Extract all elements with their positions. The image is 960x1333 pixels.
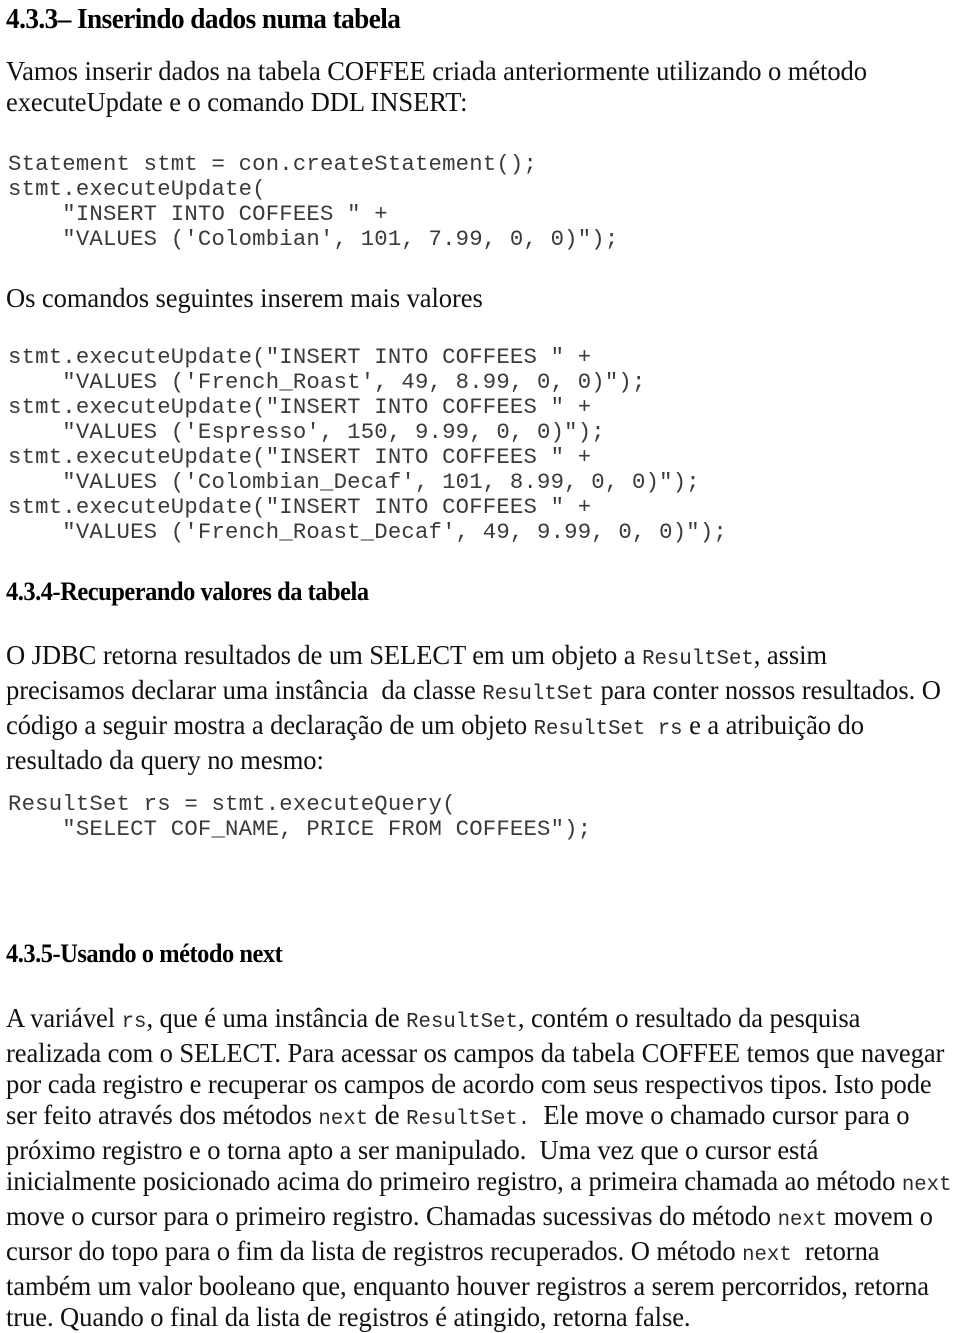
code-block-insert-more: stmt.executeUpdate("INSERT INTO COFFEES … — [8, 344, 727, 545]
paragraph-comandos-seguintes: Os comandos seguintes inserem mais valor… — [6, 283, 483, 314]
code-term-next: next — [318, 1108, 369, 1131]
paragraph-intro: Vamos inserir dados na tabela COFFEE cri… — [6, 56, 867, 118]
paragraph-resultset-line-3: código a seguir mostra a declaração de u… — [6, 710, 941, 745]
paragraph-next-line-3: por cada registro e recuperar os campos … — [6, 1069, 932, 1099]
section-heading-4-3-5: 4.3.5-Usando o método next — [6, 939, 283, 968]
code-term-resultset: ResultSet — [482, 683, 594, 706]
code-term-resultset: ResultSet — [642, 648, 754, 671]
paragraph-next-line-8: cursor do topo para o fim da lista de re… — [6, 1236, 952, 1271]
paragraph-resultset: O JDBC retorna resultados de um SELECT e… — [6, 640, 941, 776]
text-run: retorna — [791, 1236, 880, 1266]
paragraph-next-line-5: próximo registro e o torna apto a ser ma… — [6, 1135, 819, 1165]
paragraph-next-line-1: A variável rs, que é uma instância de Re… — [6, 1003, 952, 1038]
code-term-resultset-rs: ResultSet rs — [533, 718, 683, 741]
text-run: e a atribuição do — [682, 710, 864, 740]
section-heading-4-3-3: 4.3.3– Inserindo dados numa tabela — [6, 3, 401, 35]
code-term-next: next — [777, 1209, 828, 1232]
code-block-select-query: ResultSet rs = stmt.executeQuery( "SELEC… — [8, 791, 592, 842]
paragraph-resultset-line-2: precisamos declarar uma instância da cla… — [6, 675, 941, 710]
section-heading-4-3-4: 4.3.4-Recuperando valores da tabela — [6, 577, 369, 606]
code-term-resultset: ResultSet. — [406, 1108, 531, 1131]
text-run: Ele move o chamado cursor para o — [530, 1100, 910, 1130]
text-run: A variável — [6, 1003, 122, 1033]
text-run: de — [368, 1100, 407, 1130]
text-run: O JDBC retorna resultados de um SELECT e… — [6, 640, 643, 670]
text-run: , contém o resultado da pesquisa — [517, 1003, 861, 1033]
paragraph-next-line-2: realizada com o SELECT. Para acessar os … — [6, 1038, 945, 1068]
document-page: 4.3.3– Inserindo dados numa tabela Vamos… — [0, 0, 960, 1332]
paragraph-next-line-9: também um valor booleano que, enquanto h… — [6, 1271, 929, 1301]
paragraph-metodo-next: A variável rs, que é uma instância de Re… — [6, 1003, 952, 1333]
paragraph-intro-line-2: executeUpdate e o comando DDL INSERT: — [6, 87, 468, 117]
code-term-resultset: ResultSet — [406, 1011, 518, 1034]
text-run: cursor do topo para o fim da lista de re… — [6, 1236, 743, 1266]
paragraph-intro-line-1: Vamos inserir dados na tabela COFFEE cri… — [6, 56, 867, 86]
text-run: move o cursor para o primeiro registro. … — [6, 1201, 778, 1231]
paragraph-next-line-4: ser feito através dos métodos next de Re… — [6, 1100, 952, 1135]
text-run: para conter nossos resultados. O — [593, 675, 941, 705]
text-run: código a seguir mostra a declaração de u… — [6, 710, 534, 740]
paragraph-resultset-line-4: resultado da query no mesmo: — [6, 745, 324, 775]
paragraph-next-line-10: true. Quando o final da lista de registr… — [6, 1302, 691, 1332]
text-run: movem o — [827, 1201, 933, 1231]
text-run: precisamos declarar uma instância da cla… — [6, 675, 483, 705]
code-term-next: next — [742, 1244, 792, 1267]
paragraph-comandos-seguintes-line: Os comandos seguintes inserem mais valor… — [6, 283, 483, 313]
paragraph-resultset-line-1: O JDBC retorna resultados de um SELECT e… — [6, 640, 941, 675]
code-block-insert-first: Statement stmt = con.createStatement(); … — [8, 151, 619, 252]
code-term-next: next — [901, 1174, 952, 1197]
text-run: , assim — [753, 640, 827, 670]
paragraph-next-line-7: move o cursor para o primeiro registro. … — [6, 1201, 952, 1236]
text-run: , que é uma instância de — [146, 1003, 407, 1033]
text-run: ser feito através dos métodos — [6, 1100, 319, 1130]
paragraph-next-line-6: inicialmente posicionado acima do primei… — [6, 1166, 952, 1201]
text-run: inicialmente posicionado acima do primei… — [6, 1166, 902, 1196]
code-term-rs: rs — [121, 1011, 147, 1034]
